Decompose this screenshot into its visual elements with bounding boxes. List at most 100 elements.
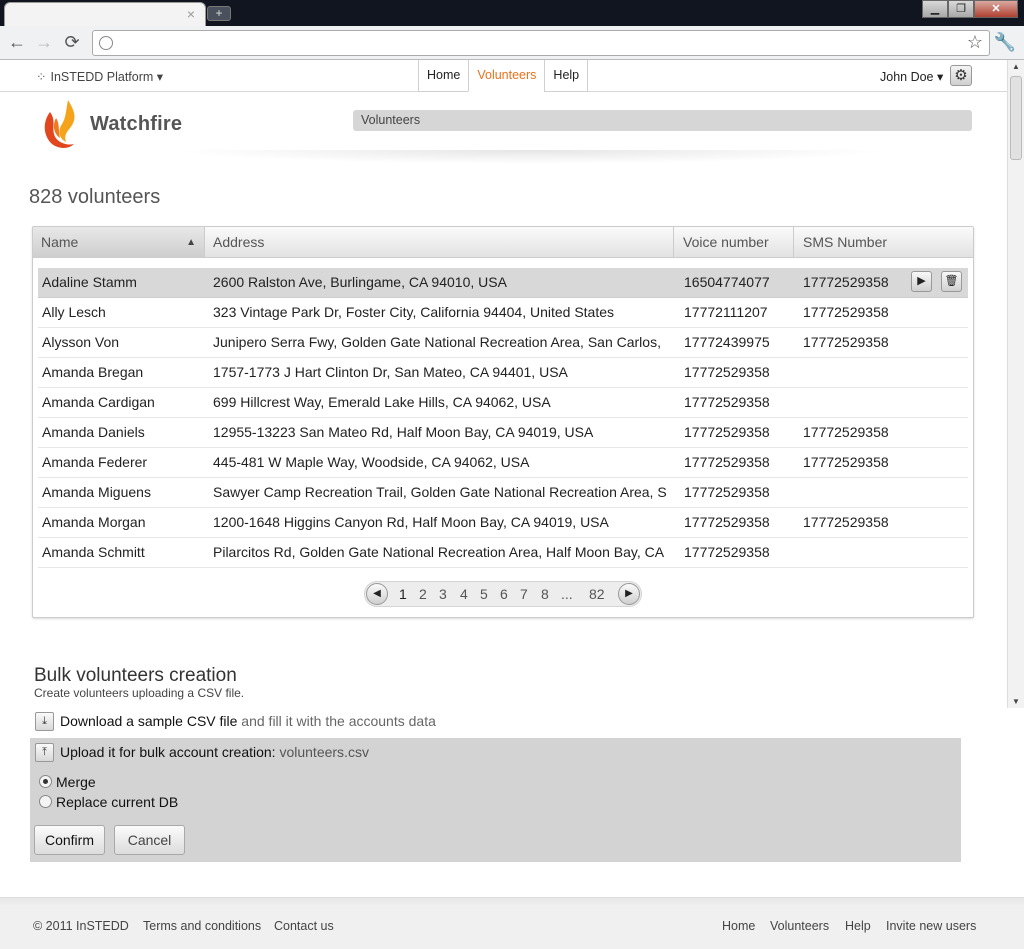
page-5[interactable]: 5 <box>480 586 488 602</box>
bookmark-star-icon[interactable]: ☆ <box>967 32 983 53</box>
cell-sms: 17772529358 <box>803 454 889 470</box>
cell-address: Sawyer Camp Recreation Trail, Golden Gat… <box>213 484 667 500</box>
forward-icon[interactable]: → <box>33 32 55 54</box>
page-82[interactable]: 82 <box>589 586 605 602</box>
footer-contact-link[interactable]: Contact us <box>274 919 334 933</box>
footer-help-link[interactable]: Help <box>845 919 871 933</box>
cell-name: Amanda Morgan <box>42 514 146 530</box>
column-name-label: Name <box>41 234 79 250</box>
browser-toolbar: ← → ⟳ ☆ 🔧 <box>0 26 1024 60</box>
app-header: ⁘ InSTEDD Platform ▾ Home Volunteers Help… <box>0 60 1007 92</box>
platform-logo-icon: ⁘ <box>36 70 47 84</box>
table-row[interactable]: Amanda Federer 445-481 W Maple Way, Woods… <box>38 448 968 478</box>
page-4[interactable]: 4 <box>460 586 468 602</box>
table-row[interactable]: Amanda Schmitt Pilarcitos Rd, Golden Gate… <box>38 538 968 568</box>
cell-name: Amanda Cardigan <box>42 394 155 410</box>
logo-text: Watchfire <box>90 113 183 135</box>
upload-panel: ⤒ Upload it for bulk account creation: v… <box>30 738 961 862</box>
next-page-icon[interactable]: ▶ <box>618 583 640 605</box>
footer-home-link[interactable]: Home <box>722 919 755 933</box>
cell-name: Amanda Bregan <box>42 364 144 380</box>
column-sms[interactable]: SMS Number <box>794 227 973 258</box>
scroll-down-icon[interactable]: ▼ <box>1012 697 1020 706</box>
cell-sms: 17772529358 <box>803 274 889 290</box>
user-menu[interactable]: John Doe ▾ <box>880 69 943 84</box>
table-row[interactable]: Amanda Daniels 12955-13223 San Mateo Rd, … <box>38 418 968 448</box>
footer: © 2011 InSTEDD Terms and conditions Cont… <box>0 897 1024 949</box>
wrench-icon[interactable]: 🔧 <box>994 32 1016 53</box>
cell-name: Amanda Federer <box>42 454 148 470</box>
scroll-up-icon[interactable]: ▲ <box>1012 62 1020 71</box>
replace-db-label[interactable]: Replace current DB <box>56 794 178 810</box>
address-bar[interactable]: ☆ <box>92 30 990 56</box>
browser-tab[interactable]: × <box>4 2 206 26</box>
page-1[interactable]: 1 <box>399 586 407 602</box>
watchfire-logo[interactable]: Watchfire <box>38 96 188 152</box>
merge-label[interactable]: Merge <box>56 774 96 790</box>
delete-row-icon[interactable]: 🗑 <box>941 271 962 292</box>
table-row[interactable]: Ally Lesch 323 Vintage Park Dr, Foster Ci… <box>38 298 968 328</box>
cell-voice: 17772111207 <box>684 304 768 320</box>
cell-name: Amanda Daniels <box>42 424 145 440</box>
sort-ascending-icon: ▲ <box>186 237 196 248</box>
footer-terms-link[interactable]: Terms and conditions <box>143 919 261 933</box>
replace-db-radio[interactable] <box>39 795 52 808</box>
cell-voice: 17772529358 <box>684 514 770 530</box>
gear-icon[interactable]: ⚙ <box>950 65 972 86</box>
confirm-button[interactable]: Confirm <box>34 825 105 855</box>
page-3[interactable]: 3 <box>439 586 447 602</box>
download-sample-link[interactable]: Download a sample CSV file <box>60 713 237 729</box>
cell-sms: 17772529358 <box>803 514 889 530</box>
cell-name: Amanda Schmitt <box>42 544 145 560</box>
nav-volunteers[interactable]: Volunteers <box>468 60 546 92</box>
cell-address: 2600 Ralston Ave, Burlingame, CA 94010, … <box>213 274 507 290</box>
page-8[interactable]: 8 <box>541 586 549 602</box>
cancel-button[interactable]: Cancel <box>114 825 185 855</box>
upload-icon[interactable]: ⤒ <box>35 743 54 762</box>
table-row[interactable]: Amanda Bregan 1757-1773 J Hart Clinton Dr… <box>38 358 968 388</box>
cell-voice: 17772529358 <box>684 394 770 410</box>
edit-row-icon[interactable]: ▶ <box>911 271 932 292</box>
table-row[interactable]: Amanda Miguens Sawyer Camp Recreation Tra… <box>38 478 968 508</box>
prev-page-icon[interactable]: ◀ <box>366 583 388 605</box>
nav-help[interactable]: Help <box>544 60 589 92</box>
table-row[interactable]: Amanda Morgan 1200-1648 Higgins Canyon Rd… <box>38 508 968 538</box>
cell-address: 323 Vintage Park Dr, Foster City, Califo… <box>213 304 615 320</box>
footer-shadow <box>0 898 1024 906</box>
download-sample-hint: and fill it with the accounts data <box>237 713 436 729</box>
platform-menu[interactable]: ⁘ InSTEDD Platform ▾ <box>36 69 163 84</box>
table-row[interactable]: Adaline Stamm 2600 Ralston Ave, Burlingam… <box>38 268 968 298</box>
merge-radio[interactable] <box>39 775 52 788</box>
bulk-subtitle: Create volunteers uploading a CSV file. <box>34 686 245 700</box>
table-row[interactable]: Alysson Von Junipero Serra Fwy, Golden Ga… <box>38 328 968 358</box>
header-shadow <box>170 150 890 164</box>
cell-voice: 17772529358 <box>684 454 770 470</box>
reload-icon[interactable]: ⟳ <box>61 32 83 54</box>
back-icon[interactable]: ← <box>6 32 28 54</box>
table-row[interactable]: Amanda Cardigan 699 Hillcrest Way, Emeral… <box>38 388 968 418</box>
column-address[interactable]: Address <box>205 227 674 258</box>
new-tab-button[interactable]: + <box>207 6 231 21</box>
user-name: John Doe <box>880 70 934 84</box>
cell-address: 1757-1773 J Hart Clinton Dr, San Mateo, … <box>213 364 568 380</box>
page-7[interactable]: 7 <box>520 586 528 602</box>
footer-invite-link[interactable]: Invite new users <box>886 919 976 933</box>
column-name[interactable]: Name ▲ <box>33 227 205 258</box>
flame-logo-icon <box>44 100 75 148</box>
column-voice[interactable]: Voice number <box>674 227 794 258</box>
cell-voice: 17772529358 <box>684 424 770 440</box>
page-2[interactable]: 2 <box>419 586 427 602</box>
scroll-thumb[interactable] <box>1010 76 1022 160</box>
maximize-icon[interactable]: ❐ <box>948 0 974 18</box>
footer-copyright: © 2011 InSTEDD <box>33 919 129 933</box>
download-icon[interactable]: ⤓ <box>35 712 54 731</box>
footer-volunteers-link[interactable]: Volunteers <box>770 919 829 933</box>
close-window-icon[interactable]: ✕ <box>974 0 1018 18</box>
tab-close-icon[interactable]: × <box>187 6 195 22</box>
minimize-icon[interactable]: ▁ <box>922 0 948 18</box>
nav-home[interactable]: Home <box>418 60 470 92</box>
cell-voice: 17772529358 <box>684 364 770 380</box>
page-6[interactable]: 6 <box>500 586 508 602</box>
upload-label[interactable]: Upload it for bulk account creation: <box>60 744 276 760</box>
vertical-scrollbar[interactable]: ▲ ▼ <box>1007 60 1024 708</box>
